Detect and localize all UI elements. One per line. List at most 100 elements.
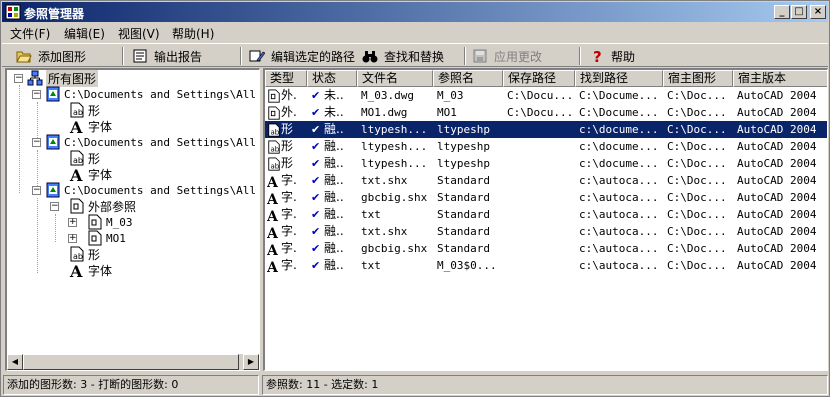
type-label: 字. xyxy=(281,190,297,204)
find-replace-label: 查找和替换 xyxy=(384,49,445,64)
type-label: 形 xyxy=(281,156,294,170)
status-label: 融.. xyxy=(324,173,344,187)
table-row[interactable]: ab 形 ✔ 融.. ltypesh... ltypeshp c:\docume... C:… xyxy=(265,138,827,155)
report-icon xyxy=(132,48,148,64)
column-header-status[interactable]: 状态 xyxy=(307,70,357,87)
table-row[interactable]: 外. ✔ 未.. M_03.dwg M_03 C:\Docu... C:\Docume..… xyxy=(265,87,827,104)
add-drawing-button[interactable]: 添加图形 xyxy=(16,47,86,65)
find-replace-button[interactable]: 查找和替换 xyxy=(362,47,444,65)
drawing-path-label: C:\Documents and Settings\All Us xyxy=(64,183,260,197)
shape-label: 形 xyxy=(88,103,101,118)
svg-text:A: A xyxy=(69,166,83,182)
tree-item-drawing-1[interactable]: C:\Documents and Settings\All Us xyxy=(45,86,259,102)
menu-bar: 文件(F) 编辑(E) 视图(V) 帮助(H) xyxy=(2,22,828,42)
cell-save: C:\Docu... xyxy=(507,89,574,102)
tree-item-fonts[interactable]: A 字体 xyxy=(69,166,112,182)
expand-toggle[interactable]: − xyxy=(50,202,59,211)
table-row[interactable]: ab 形 ✔ 融.. ltypesh... ltypeshp c:\docume... C:… xyxy=(265,155,827,172)
column-header-filename[interactable]: 文件名 xyxy=(357,70,433,87)
column-header-type[interactable]: 类型 xyxy=(265,70,307,87)
checkmark-icon: ✔ xyxy=(311,208,325,221)
menu-edit[interactable]: 编辑(E) xyxy=(64,25,105,42)
expand-toggle[interactable]: + xyxy=(68,234,77,243)
shape-file-icon: ab xyxy=(69,150,85,166)
reference-manager-window: 参照管理器 _ □ × 文件(F) 编辑(E) 视图(V) 帮助(H) 添加图形… xyxy=(0,0,830,397)
menu-file[interactable]: 文件(F) xyxy=(10,25,50,42)
expand-toggle[interactable]: − xyxy=(32,186,41,195)
tree-item-shapes[interactable]: ab 形 xyxy=(69,102,100,118)
table-row[interactable]: A 字. ✔ 融.. txt.shx Standard c:\autoca... C:\Do… xyxy=(265,223,827,240)
tree-item-all-drawings[interactable]: 所有图形 xyxy=(27,70,99,87)
tree-item-drawing-2[interactable]: C:\Documents and Settings\All Us xyxy=(45,134,259,150)
tree-item-drawing-3[interactable]: C:\Documents and Settings\All Us xyxy=(45,182,260,198)
edit-selected-path-button[interactable]: 编辑选定的路径 xyxy=(249,47,355,65)
title-bar[interactable]: 参照管理器 _ □ × xyxy=(2,2,828,22)
tree-item-m01[interactable]: MO1 xyxy=(87,230,126,246)
table-row[interactable]: A 字. ✔ 融.. txt Standard c:\autoca... C:\Doc...… xyxy=(265,206,827,223)
cell-ref: MO1 xyxy=(437,106,457,119)
menu-view[interactable]: 视图(V) xyxy=(118,25,160,42)
column-header-host-drawing[interactable]: 宿主图形 xyxy=(663,70,733,87)
status-label: 融.. xyxy=(324,122,344,136)
xref-icon xyxy=(87,214,103,230)
tree-connector xyxy=(37,150,38,190)
table-row[interactable]: A 字. ✔ 融.. gbcbig.shx Standard c:\autoca... C:… xyxy=(265,240,827,257)
scroll-thumb[interactable] xyxy=(23,354,239,370)
cell-type: 外. xyxy=(267,87,307,104)
cell-host: C:\Doc... xyxy=(667,174,727,187)
cell-save xyxy=(507,155,575,172)
column-header-saved-path[interactable]: 保存路径 xyxy=(503,70,575,87)
table-row[interactable]: A 字. ✔ 融.. txt.shx Standard c:\autoca... C:\Do… xyxy=(265,172,827,189)
table-row[interactable]: A 字. ✔ 融.. txt M_03$0... c:\autoca... C:\Doc..… xyxy=(265,257,827,274)
column-header-host-version[interactable]: 宿主版本 xyxy=(733,70,827,87)
font-icon: A xyxy=(69,118,85,134)
type-label: 形 xyxy=(281,122,294,136)
close-button[interactable]: × xyxy=(810,5,826,19)
column-header-refname[interactable]: 参照名 xyxy=(433,70,503,87)
tree-item-shapes[interactable]: ab 形 xyxy=(69,150,100,166)
expand-toggle[interactable]: − xyxy=(32,138,41,147)
svg-text:A: A xyxy=(267,209,279,223)
export-report-label: 输出报告 xyxy=(154,49,203,64)
cell-status: ✔ 融.. xyxy=(311,121,357,138)
cell-status: ✔ 融.. xyxy=(311,189,357,206)
scroll-right-arrow-icon[interactable]: ▶ xyxy=(243,354,259,370)
cell-ref: ltypeshp xyxy=(437,123,490,136)
column-header-found-path[interactable]: 找到路径 xyxy=(575,70,663,87)
table-row[interactable]: A 字. ✔ 融.. gbcbig.shx Standard c:\autoca... C:… xyxy=(265,189,827,206)
tree-horizontal-scrollbar[interactable]: ◀ ▶ xyxy=(7,354,259,370)
help-label: 帮助 xyxy=(611,49,636,64)
tree-item-xrefs[interactable]: 外部参照 xyxy=(69,198,136,214)
status-label: 融.. xyxy=(324,241,344,255)
cell-file: MO1.dwg xyxy=(361,106,408,119)
table-row[interactable]: ab 形 ✔ 融.. ltypesh... ltypeshp c:\docume... C:… xyxy=(265,121,827,138)
font-icon: A xyxy=(267,224,281,240)
cell-ref: Standard xyxy=(437,191,490,204)
cell-file: ltypesh... xyxy=(361,140,428,153)
expand-toggle[interactable]: − xyxy=(14,74,23,83)
apply-changes-button[interactable]: 应用更改 xyxy=(472,47,542,65)
tree-item-fonts[interactable]: A 字体 xyxy=(69,262,112,278)
expand-toggle[interactable]: − xyxy=(32,90,41,99)
tree-item-fonts[interactable]: A 字体 xyxy=(69,118,112,134)
cell-found: C:\Docume... xyxy=(579,106,659,119)
svg-text:?: ? xyxy=(593,48,602,64)
table-row[interactable]: 外. ✔ 未.. MO1.dwg MO1 C:\Docu... C:\Docume... C… xyxy=(265,104,827,121)
drawing-tree-pane[interactable]: − 所有图形 − C:\Documents and Settings\All U… xyxy=(5,68,260,371)
status-label: 未.. xyxy=(324,88,344,102)
expand-toggle[interactable]: + xyxy=(68,218,77,227)
reference-list-pane[interactable]: 类型 状态 文件名 参照名 保存路径 找到路径 宿主图形 宿主版本 外. ✔ 未.… xyxy=(263,68,828,371)
menu-help[interactable]: 帮助(H) xyxy=(172,25,214,42)
scroll-left-arrow-icon[interactable]: ◀ xyxy=(7,354,23,370)
cell-file: gbcbig.shx xyxy=(361,242,428,255)
tree-item-m03[interactable]: M_03 xyxy=(87,214,133,230)
export-report-button[interactable]: 输出报告 xyxy=(132,47,202,65)
help-button[interactable]: ? 帮助 xyxy=(589,47,635,65)
minimize-button[interactable]: _ xyxy=(774,5,790,19)
font-icon: A xyxy=(267,241,281,257)
maximize-button[interactable]: □ xyxy=(791,5,807,19)
checkmark-icon: ✔ xyxy=(311,123,325,136)
shape-label: 形 xyxy=(88,151,101,166)
tree-item-shapes[interactable]: ab 形 xyxy=(69,246,100,262)
svg-text:A: A xyxy=(267,175,279,189)
